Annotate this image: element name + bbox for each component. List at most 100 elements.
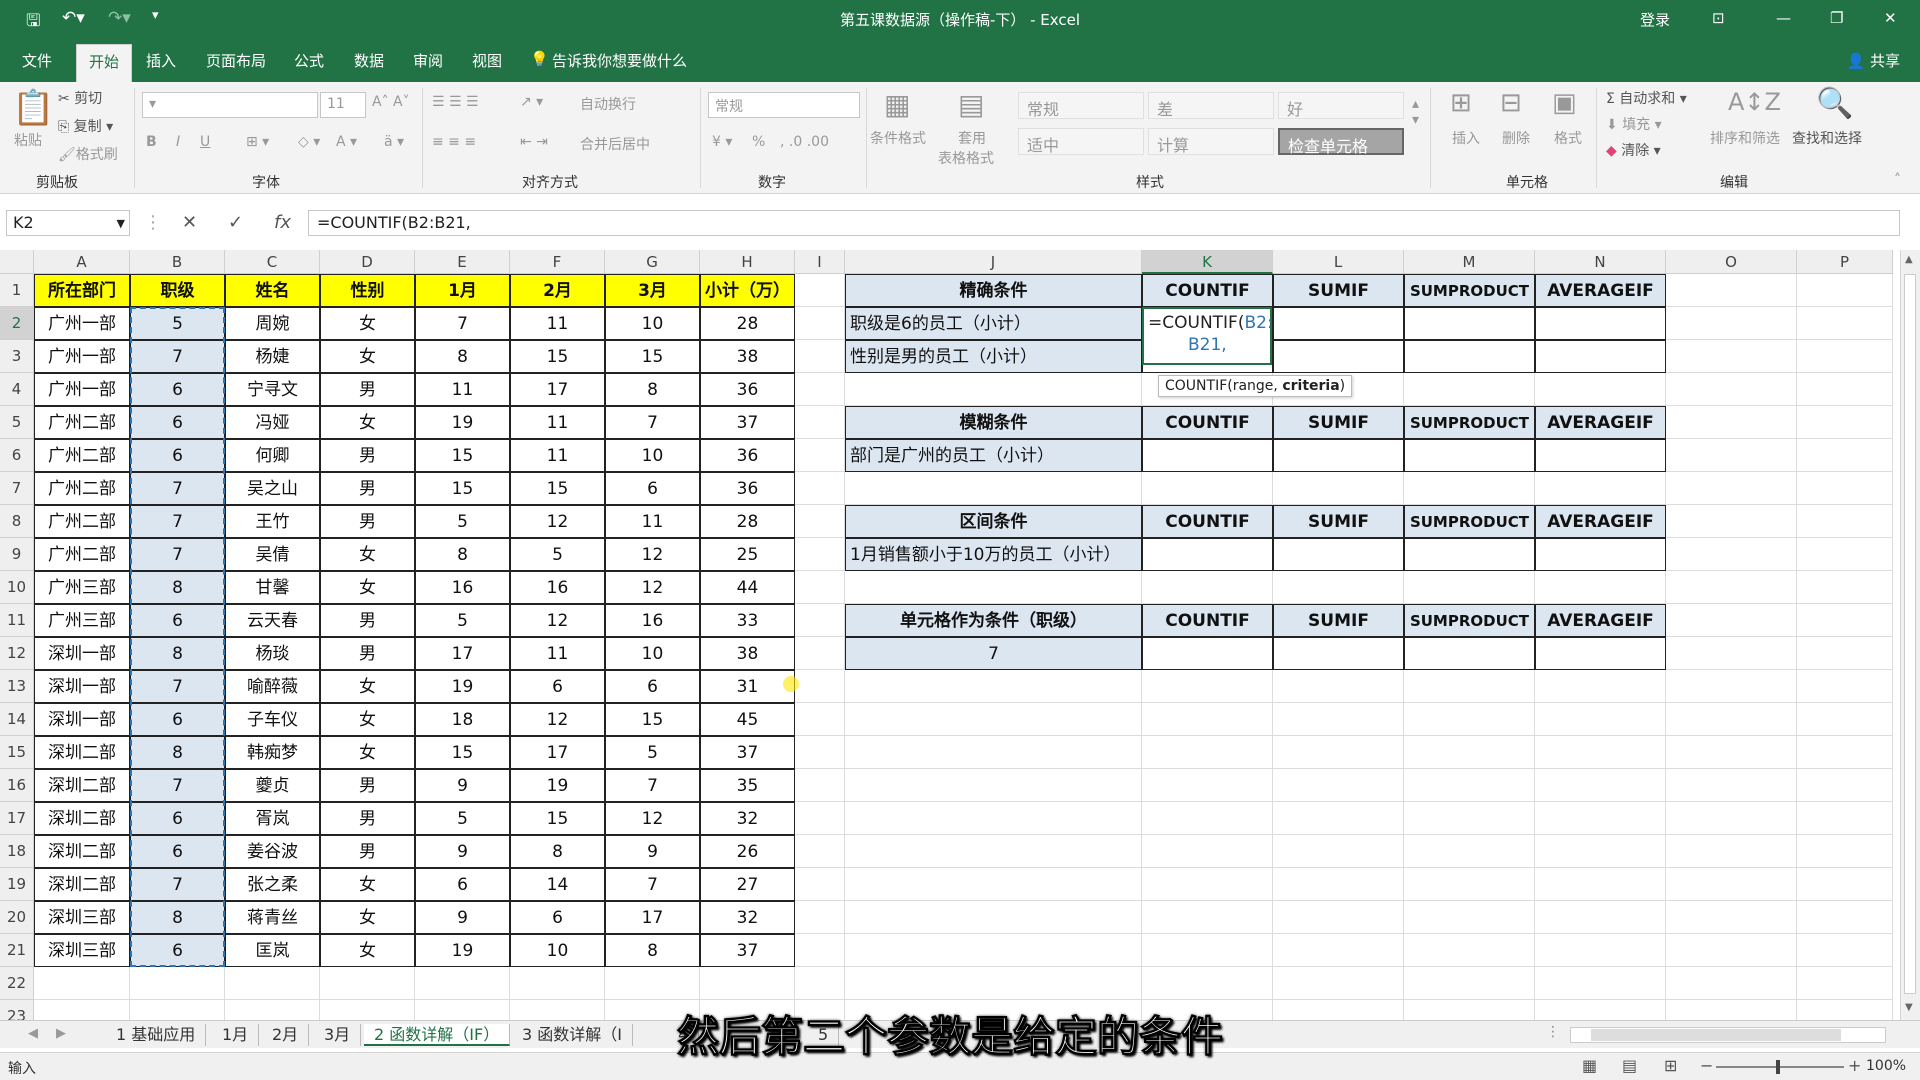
merge-center-button[interactable]: 合并后居中 bbox=[580, 134, 650, 154]
zoom-in-icon[interactable]: + bbox=[1848, 1056, 1861, 1075]
result-cell[interactable] bbox=[1404, 340, 1535, 373]
grid-cell[interactable] bbox=[845, 373, 1142, 406]
enter-icon[interactable]: ✓ bbox=[228, 212, 243, 233]
table-cell[interactable]: 深圳三部 bbox=[34, 901, 130, 934]
grid-cell[interactable] bbox=[1142, 670, 1273, 703]
table-cell[interactable]: 37 bbox=[700, 934, 795, 967]
tab-formulas[interactable]: 公式 bbox=[294, 50, 324, 71]
table-cell[interactable]: 杨婕 bbox=[225, 340, 320, 373]
accounting-icon[interactable]: ¥ ▾ bbox=[712, 134, 732, 150]
grow-font-icon[interactable]: A˄ A˅ bbox=[372, 94, 410, 110]
grid-cell[interactable] bbox=[1535, 736, 1666, 769]
table-cell[interactable]: 胥岚 bbox=[225, 802, 320, 835]
paste-button[interactable]: 粘贴 bbox=[14, 130, 42, 150]
sheet-tab[interactable]: 1月 bbox=[212, 1024, 260, 1046]
result-cell[interactable] bbox=[1404, 538, 1535, 571]
select-all-corner[interactable] bbox=[0, 250, 34, 274]
table-cell[interactable]: 19 bbox=[510, 769, 605, 802]
grid-cell[interactable] bbox=[845, 571, 1142, 604]
result-cell[interactable] bbox=[1273, 307, 1404, 340]
grid-cell[interactable] bbox=[1404, 1000, 1535, 1020]
table-cell[interactable]: 9 bbox=[605, 835, 700, 868]
table-cell[interactable]: 12 bbox=[605, 571, 700, 604]
grid-cell[interactable] bbox=[845, 835, 1142, 868]
grid-cell[interactable] bbox=[1797, 769, 1893, 802]
table-cell[interactable]: 19 bbox=[415, 934, 510, 967]
sheet-tab[interactable]: 1 基础应用 bbox=[106, 1024, 207, 1046]
grid-cell[interactable] bbox=[1666, 736, 1797, 769]
font-name-combo[interactable]: ▾ bbox=[142, 92, 318, 118]
grid-cell[interactable] bbox=[1273, 901, 1404, 934]
fill-color-icon[interactable]: ◇ ▾ bbox=[298, 134, 320, 150]
grid-cell[interactable] bbox=[1535, 967, 1666, 1000]
table-cell[interactable]: 女 bbox=[320, 538, 415, 571]
grid-cell[interactable] bbox=[1666, 868, 1797, 901]
grid-cell[interactable] bbox=[795, 604, 845, 637]
grid-cell[interactable] bbox=[1666, 934, 1797, 967]
table-cell[interactable]: 女 bbox=[320, 868, 415, 901]
table-cell[interactable]: 17 bbox=[605, 901, 700, 934]
grid-cell[interactable] bbox=[130, 967, 225, 1000]
grid-cell[interactable] bbox=[1404, 571, 1535, 604]
table-cell[interactable]: 广州一部 bbox=[34, 340, 130, 373]
grid-cell[interactable] bbox=[1535, 373, 1666, 406]
find-select-button[interactable]: 查找和选择 bbox=[1792, 128, 1862, 148]
table-cell[interactable]: 17 bbox=[510, 736, 605, 769]
grid-cell[interactable] bbox=[795, 769, 845, 802]
grid-cell[interactable] bbox=[1797, 505, 1893, 538]
table-cell[interactable]: 33 bbox=[700, 604, 795, 637]
table-cell[interactable]: 6 bbox=[130, 406, 225, 439]
grid-cell[interactable] bbox=[845, 868, 1142, 901]
grid-cell[interactable] bbox=[795, 571, 845, 604]
grid-cell[interactable] bbox=[415, 967, 510, 1000]
table-cell[interactable]: 深圳二部 bbox=[34, 802, 130, 835]
style-check-cell[interactable]: 检查单元格 bbox=[1278, 128, 1404, 156]
zoom-slider[interactable] bbox=[1716, 1060, 1844, 1074]
table-cell[interactable]: 何卿 bbox=[225, 439, 320, 472]
grid-cell[interactable] bbox=[845, 934, 1142, 967]
table-cell[interactable]: 女 bbox=[320, 934, 415, 967]
table-header-cell[interactable]: 所在部门 bbox=[34, 274, 130, 307]
grid-cell[interactable] bbox=[1142, 901, 1273, 934]
grid-cell[interactable] bbox=[1142, 868, 1273, 901]
grid-cell[interactable] bbox=[1273, 934, 1404, 967]
column-header-m[interactable]: M bbox=[1404, 250, 1535, 274]
grid-cell[interactable] bbox=[1535, 1000, 1666, 1020]
zoom-out-icon[interactable]: − bbox=[1700, 1056, 1713, 1075]
table-cell[interactable]: 45 bbox=[700, 703, 795, 736]
table-cell[interactable]: 匡岚 bbox=[225, 934, 320, 967]
table-cell[interactable]: 14 bbox=[510, 868, 605, 901]
grid-cell[interactable] bbox=[1666, 670, 1797, 703]
grid-cell[interactable] bbox=[845, 670, 1142, 703]
grid-cell[interactable] bbox=[1404, 868, 1535, 901]
vertical-scrollbar[interactable]: ▲ ▼ bbox=[1900, 250, 1920, 1020]
zoom-level[interactable]: 100% bbox=[1866, 1058, 1906, 1074]
table-cell[interactable]: 8 bbox=[510, 835, 605, 868]
grid-cell[interactable] bbox=[1273, 868, 1404, 901]
row-header[interactable]: 2 bbox=[0, 307, 34, 340]
grid-cell[interactable] bbox=[795, 307, 845, 340]
table-cell[interactable]: 12 bbox=[605, 538, 700, 571]
table-cell[interactable]: 深圳二部 bbox=[34, 736, 130, 769]
table-cell[interactable]: 32 bbox=[700, 802, 795, 835]
table-cell[interactable]: 15 bbox=[415, 736, 510, 769]
row-header[interactable]: 22 bbox=[0, 967, 34, 1000]
grid-cell[interactable] bbox=[795, 472, 845, 505]
row-header[interactable]: 17 bbox=[0, 802, 34, 835]
grid-cell[interactable] bbox=[1797, 1000, 1893, 1020]
tab-insert[interactable]: 插入 bbox=[146, 50, 176, 71]
grid-cell[interactable] bbox=[1666, 1000, 1797, 1020]
horizontal-scrollbar[interactable] bbox=[1570, 1027, 1886, 1043]
grid-cell[interactable] bbox=[795, 505, 845, 538]
table-cell[interactable]: 男 bbox=[320, 802, 415, 835]
row-header[interactable]: 8 bbox=[0, 505, 34, 538]
grid-cell[interactable] bbox=[1404, 373, 1535, 406]
grid-cell[interactable] bbox=[1142, 835, 1273, 868]
style-calculation[interactable]: 计算 bbox=[1148, 128, 1274, 155]
grid-cell[interactable] bbox=[1535, 802, 1666, 835]
column-header-e[interactable]: E bbox=[415, 250, 510, 274]
grid-cell[interactable] bbox=[1142, 472, 1273, 505]
column-header-h[interactable]: H bbox=[700, 250, 795, 274]
find-icon[interactable]: 🔍 bbox=[1816, 86, 1853, 121]
tab-file[interactable]: 文件 bbox=[22, 50, 52, 71]
